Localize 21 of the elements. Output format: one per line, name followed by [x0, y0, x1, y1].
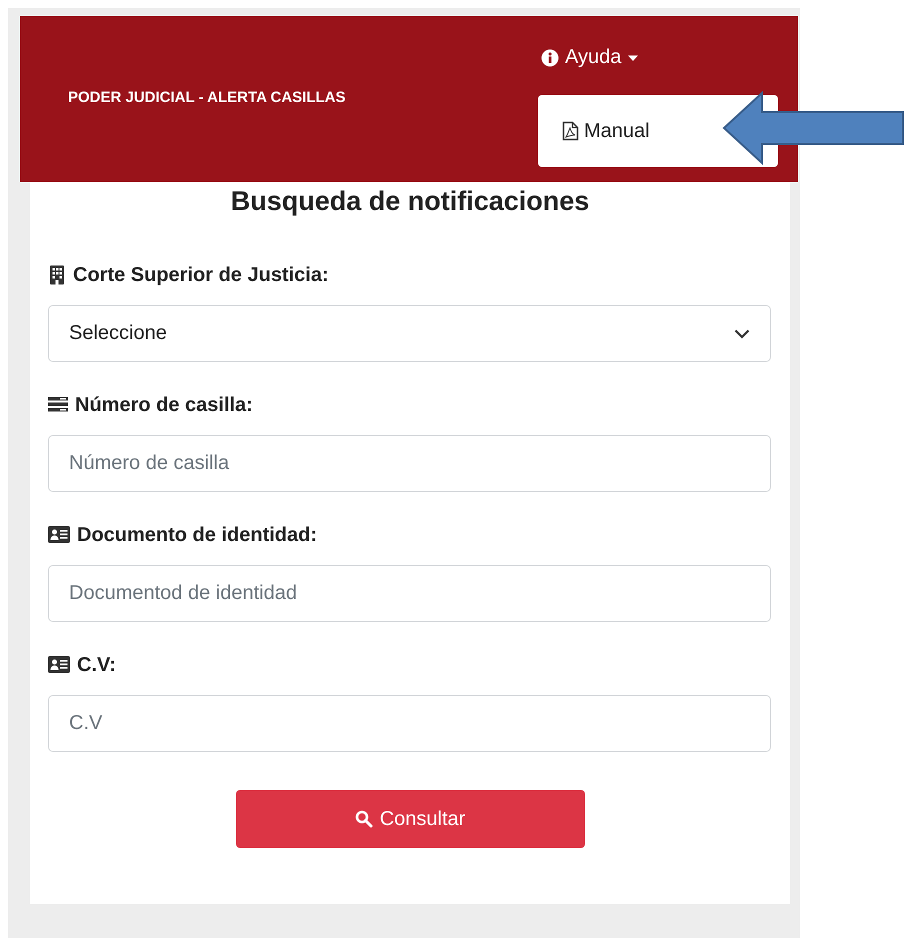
id-card-icon [48, 655, 70, 675]
help-menu-toggle[interactable]: Ayuda [537, 44, 644, 71]
field-label: Documento de identidad: [77, 524, 317, 546]
search-icon [354, 810, 373, 828]
menu-item[interactable]: Manual [562, 120, 650, 142]
input-field[interactable]: C.V [48, 695, 771, 752]
input-field[interactable]: Número de casilla [48, 435, 771, 492]
chevron-down-icon [734, 328, 750, 338]
input-field[interactable]: Documentod de identidad [48, 565, 771, 622]
form-title: Busqueda de notificaciones [230, 185, 590, 218]
field-label: C.V: [77, 654, 116, 676]
info-icon [541, 48, 559, 66]
pdf-file-icon [562, 121, 579, 141]
search-button[interactable]: Consultar [236, 790, 584, 848]
field-label: Corte Superior de Justicia: [73, 264, 329, 286]
field-label: Número de casilla: [75, 394, 253, 416]
caret-icon [627, 54, 640, 62]
select-field[interactable]: Seleccione [48, 305, 771, 362]
building-icon [48, 265, 66, 285]
id-card-icon [48, 525, 70, 545]
site-title: PODER JUDICIAL - ALERTA CASILLAS [68, 88, 346, 106]
